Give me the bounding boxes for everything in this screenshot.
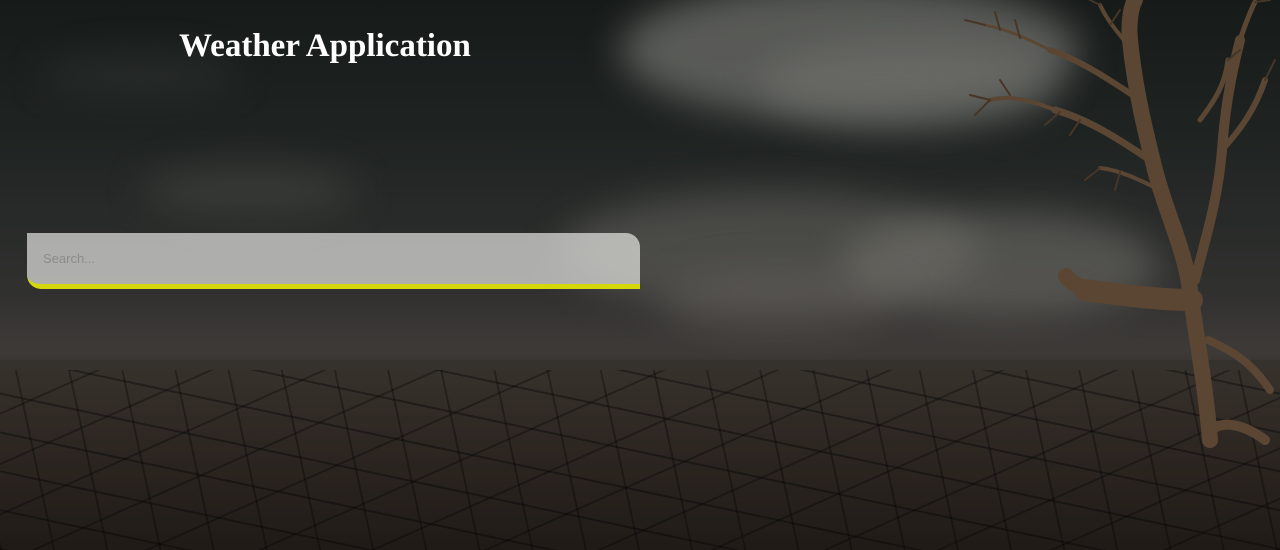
search-input[interactable] (27, 233, 640, 289)
app-background: Weather Application (0, 0, 1280, 550)
page-title: Weather Application (179, 28, 471, 64)
search-container (27, 233, 640, 289)
